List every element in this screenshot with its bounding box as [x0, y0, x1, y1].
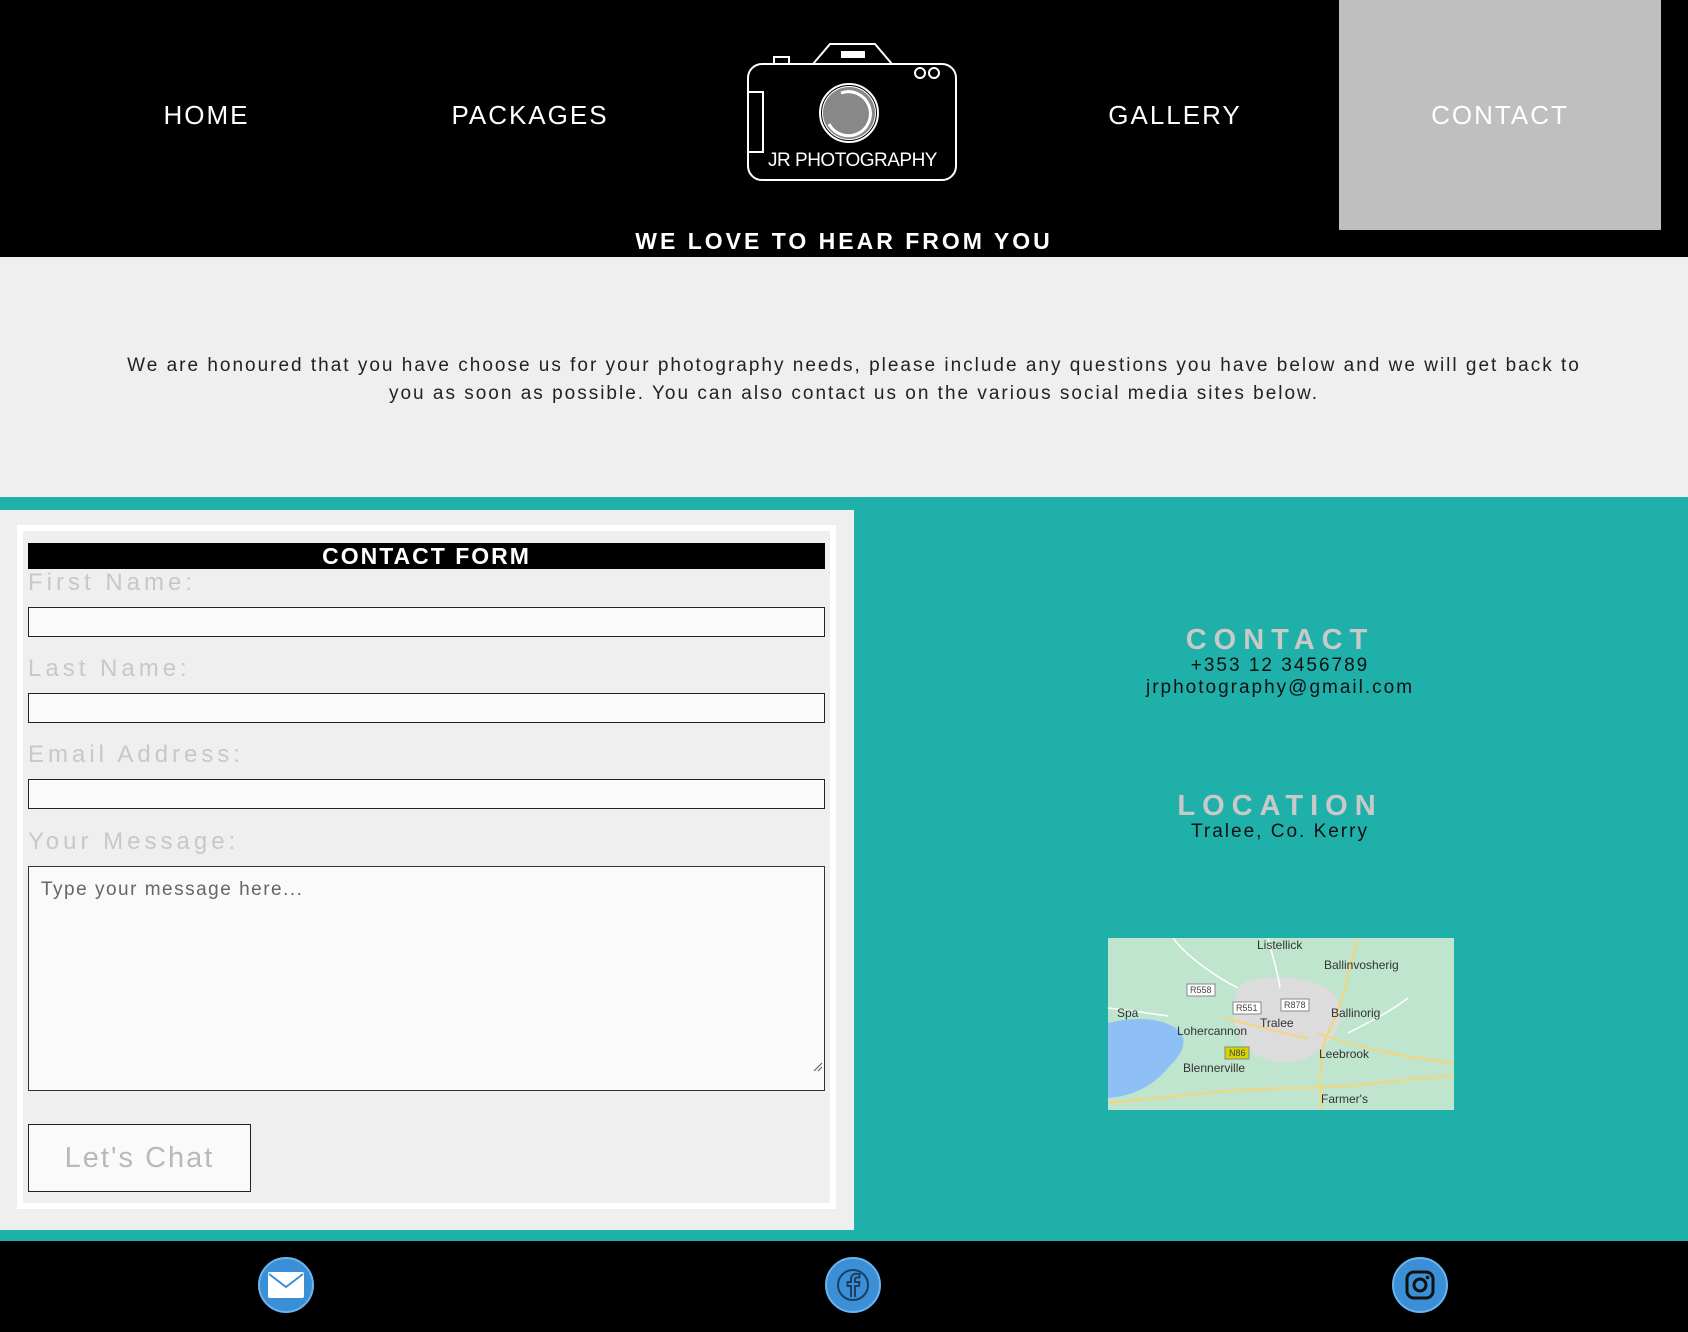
map-label-listellick: Listellick — [1257, 938, 1303, 952]
intro-section: We are honoured that you have choose us … — [0, 257, 1688, 497]
map-label-blennerville: Blennerville — [1183, 1061, 1245, 1075]
facebook-social-button[interactable] — [825, 1257, 881, 1313]
top-navigation: HOME PACKAGES JR PHOTOGRAPHY GALLERY CON… — [0, 0, 1688, 257]
message-label: Your Message: — [28, 828, 240, 855]
location-address: Tralee, Co. Kerry — [1191, 821, 1369, 842]
map-road-r878: R878 — [1284, 1000, 1306, 1010]
nav-gallery-link[interactable]: GALLERY — [1060, 0, 1290, 230]
page-tagline: WE LOVE TO HEAR FROM YOU — [635, 228, 1053, 254]
contact-phone: +353 12 3456789 — [1190, 655, 1370, 676]
resize-handle-icon[interactable] — [813, 1062, 823, 1072]
map-label-lohercannon: Lohercannon — [1177, 1024, 1247, 1038]
map-label-farmers: Farmer's — [1321, 1092, 1368, 1106]
facebook-icon — [837, 1269, 869, 1301]
form-title: CONTACT FORM — [28, 543, 825, 569]
last-name-field[interactable] — [28, 693, 825, 723]
contact-heading: CONTACT — [1185, 624, 1375, 656]
map-road-r558: R558 — [1190, 985, 1212, 995]
message-field[interactable] — [28, 866, 825, 1091]
map-image: Listellick Ballinvosherig Spa Ballinorig… — [1108, 938, 1454, 1110]
last-name-label: Last Name: — [28, 655, 191, 682]
map-label-ballinorig: Ballinorig — [1331, 1006, 1380, 1020]
map-label-ballinvosherig: Ballinvosherig — [1324, 958, 1399, 972]
instagram-social-button[interactable] — [1392, 1257, 1448, 1313]
map-label-spa: Spa — [1117, 1006, 1139, 1020]
contact-form-panel: CONTACT FORM First Name: Last Name: Emai… — [0, 510, 854, 1230]
first-name-field[interactable] — [28, 607, 825, 637]
logo-text: JR PHOTOGRAPHY — [768, 150, 937, 171]
contact-email: jrphotography@gmail.com — [1145, 677, 1415, 698]
map-label-leebrook: Leebrook — [1319, 1047, 1370, 1061]
location-map[interactable]: Listellick Ballinvosherig Spa Ballinorig… — [1108, 938, 1454, 1110]
contact-info: CONTACT +353 12 3456789 jrphotography@gm… — [880, 625, 1680, 699]
lets-chat-button[interactable]: Let's Chat — [28, 1124, 251, 1192]
contact-form: CONTACT FORM First Name: Last Name: Emai… — [17, 525, 836, 1209]
map-road-r551: R551 — [1236, 1003, 1258, 1013]
instagram-icon — [1405, 1270, 1435, 1300]
nav-contact-link[interactable]: CONTACT — [1339, 0, 1661, 230]
nav-packages-link[interactable]: PACKAGES — [400, 0, 660, 230]
map-road-n86: N86 — [1229, 1048, 1246, 1058]
mail-icon — [268, 1272, 304, 1298]
location-info: LOCATION Tralee, Co. Kerry — [880, 791, 1680, 843]
contact-section: CONTACT FORM First Name: Last Name: Emai… — [0, 497, 1688, 1241]
email-label: Email Address: — [28, 741, 245, 768]
camera-logo[interactable]: JR PHOTOGRAPHY — [745, 40, 960, 182]
first-name-label: First Name: — [28, 569, 197, 596]
email-field[interactable] — [28, 779, 825, 809]
footer — [0, 1241, 1688, 1332]
nav-home-link[interactable]: HOME — [100, 0, 313, 230]
location-heading: LOCATION — [1177, 790, 1383, 822]
map-label-tralee: Tralee — [1260, 1016, 1294, 1030]
email-social-button[interactable] — [258, 1257, 314, 1313]
intro-text: We are honoured that you have choose us … — [127, 355, 1581, 404]
